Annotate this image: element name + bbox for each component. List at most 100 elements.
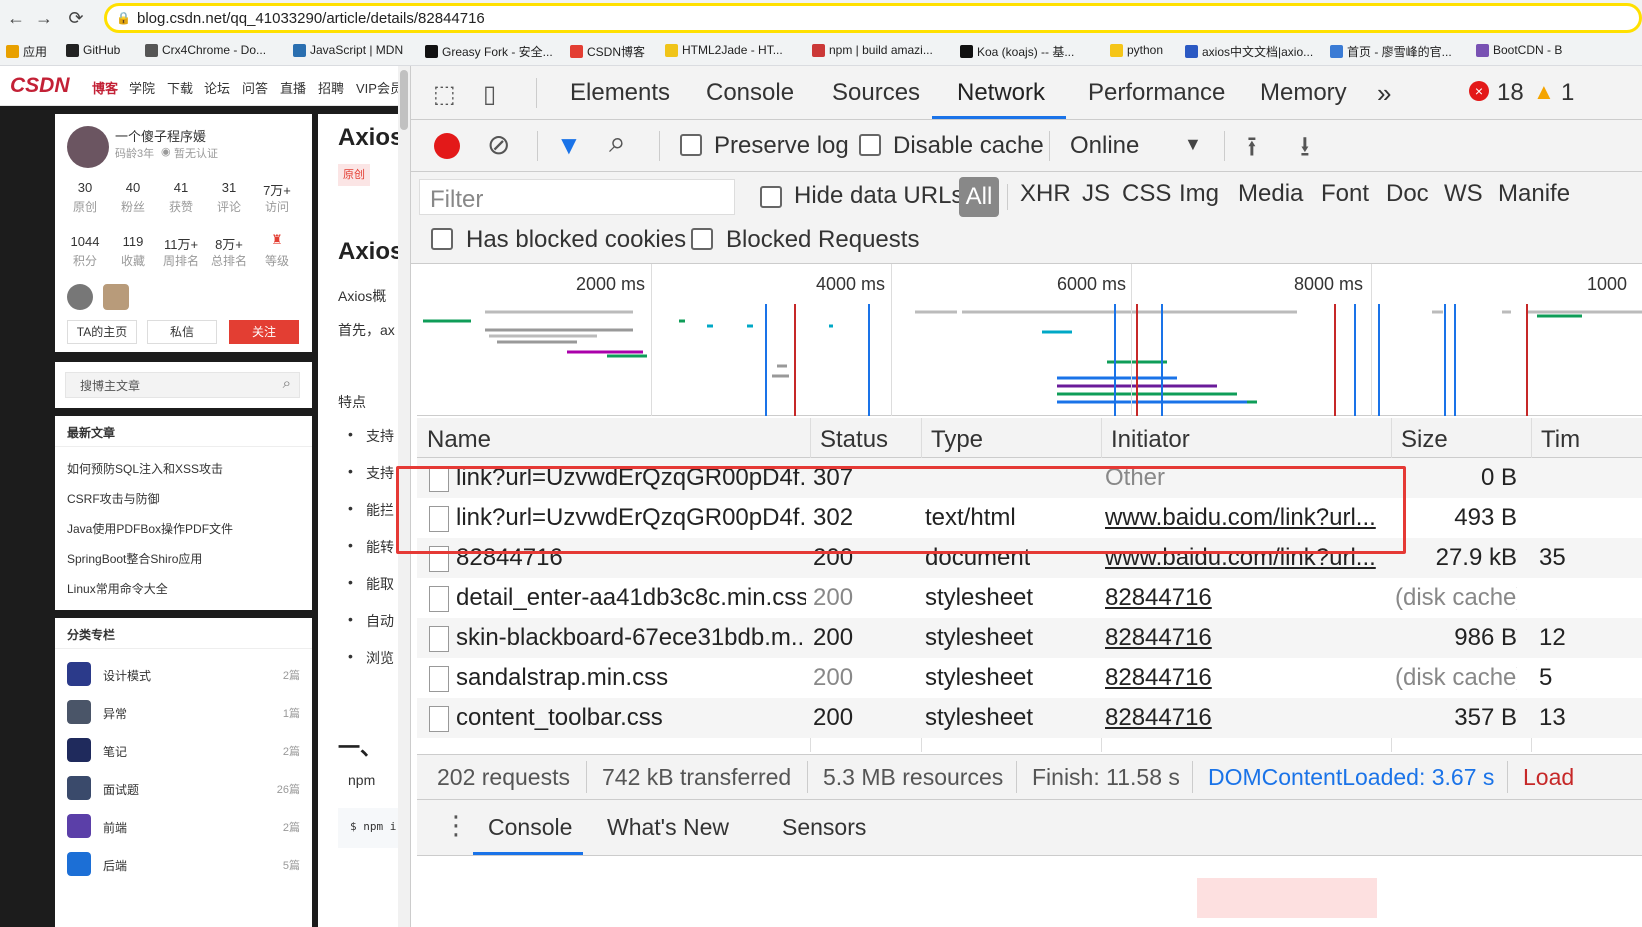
stat-value[interactable]: 1044 (63, 234, 107, 249)
inspect-icon[interactable]: ⬚ (433, 80, 456, 109)
chevron-down-icon[interactable]: ▼ (1184, 134, 1202, 155)
request-initiator[interactable]: 82844716 (1105, 584, 1385, 612)
preserve-log-label[interactable]: Preserve log (714, 132, 849, 160)
hide-data-urls-label[interactable]: Hide data URLs (794, 182, 963, 210)
follow-button[interactable]: 关注 (229, 320, 299, 344)
network-overview[interactable]: 2000 ms 4000 ms 6000 ms 8000 ms 1000 (417, 264, 1642, 416)
recent-article-link[interactable]: Java使用PDFBox操作PDF文件 (67, 520, 233, 537)
blocked-requests-label[interactable]: Blocked Requests (726, 226, 919, 254)
filter-type-img[interactable]: Img (1179, 180, 1219, 208)
recent-article-link[interactable]: 如何预防SQL注入和XSS攻击 (67, 460, 223, 477)
bookmark-item[interactable]: BootCDN - B (1476, 43, 1562, 57)
recent-article-link[interactable]: CSRF攻击与防御 (67, 490, 160, 507)
disable-cache-label[interactable]: Disable cache (893, 132, 1044, 160)
record-button[interactable] (434, 133, 460, 159)
csdn-nav-item[interactable]: 问答 (242, 78, 268, 97)
stat-value[interactable]: 11万+ (159, 234, 203, 253)
bookmark-item[interactable]: Koa (koajs) -- 基... (960, 43, 1074, 60)
search-icon[interactable]: ⌕ (609, 126, 626, 160)
tab-sources[interactable]: Sources (832, 79, 920, 107)
author-home-button[interactable]: TA的主页 (67, 320, 137, 344)
stat-value[interactable]: 30 (63, 180, 107, 195)
request-initiator[interactable]: 82844716 (1105, 624, 1385, 652)
bookmark-item[interactable]: JavaScript | MDN (293, 43, 403, 57)
table-row[interactable]: content_toolbar.css 200 stylesheet 82844716… (417, 698, 1642, 738)
bookmark-item[interactable]: HTML2Jade - HT... (665, 43, 783, 57)
bookmark-item[interactable]: CSDN博客 (570, 43, 645, 60)
blocked-cookies-checkbox[interactable] (431, 228, 453, 250)
search-icon[interactable]: ⌕ (283, 375, 291, 392)
recent-article-link[interactable]: SpringBoot整合Shiro应用 (67, 550, 202, 567)
blocked-cookies-label[interactable]: Has blocked cookies (466, 226, 686, 254)
avatar[interactable] (67, 126, 109, 168)
drawer-menu-icon[interactable]: ⋮ (443, 810, 469, 841)
column-header-initiator[interactable]: Initiator (1111, 426, 1190, 454)
filter-type-css[interactable]: CSS (1122, 180, 1171, 208)
category-item[interactable]: 笔记 2篇 (67, 738, 300, 762)
author-name[interactable]: 一个傻子程序媛 (115, 126, 206, 145)
request-name[interactable]: skin-blackboard-67ece31bdb.m... (456, 624, 806, 652)
blog-search-input[interactable]: 搜博主文章 ⌕ (65, 372, 300, 398)
drawer-tab-sensors[interactable]: Sensors (782, 814, 866, 841)
csdn-nav-item[interactable]: 论坛 (204, 78, 230, 97)
csdn-nav-item[interactable]: 招聘 (318, 78, 344, 97)
tab-memory[interactable]: Memory (1260, 79, 1347, 107)
filter-type-media[interactable]: Media (1238, 180, 1303, 208)
scroll-thumb[interactable] (400, 70, 408, 130)
tab-performance[interactable]: Performance (1088, 79, 1225, 107)
csdn-nav-item[interactable]: VIP会员 (356, 78, 403, 97)
column-header-size[interactable]: Size (1401, 426, 1448, 454)
tab-console[interactable]: Console (706, 79, 794, 107)
csdn-nav-item[interactable]: 直播 (280, 78, 306, 97)
filter-type-xhr[interactable]: XHR (1020, 180, 1071, 208)
filter-icon[interactable]: ▼ (556, 130, 582, 161)
csdn-nav-item[interactable]: 下载 (167, 78, 193, 97)
bookmark-item[interactable]: Greasy Fork - 安全... (425, 43, 553, 60)
table-row[interactable]: skin-blackboard-67ece31bdb.m... 200 styles… (417, 618, 1642, 658)
reload-icon[interactable]: ⟳ (64, 6, 88, 30)
stat-value[interactable]: 119 (111, 234, 155, 249)
category-item[interactable]: 设计模式 2篇 (67, 662, 300, 686)
export-har-icon[interactable]: ⭳ (1300, 126, 1310, 174)
request-initiator[interactable]: 82844716 (1105, 664, 1385, 692)
filter-type-ws[interactable]: WS (1444, 180, 1483, 208)
request-initiator[interactable]: 82844716 (1105, 704, 1385, 732)
stat-value[interactable]: 8万+ (207, 234, 251, 253)
more-tabs-icon[interactable]: » (1377, 78, 1391, 109)
table-row[interactable]: sandalstrap.min.css 200 stylesheet 82844716… (417, 658, 1642, 698)
tab-elements[interactable]: Elements (570, 79, 670, 107)
csdn-nav-item[interactable]: 学院 (129, 78, 155, 97)
filter-type-manife[interactable]: Manife (1498, 180, 1570, 208)
category-item[interactable]: 面试题 26篇 (67, 776, 300, 800)
drawer-tab-what-s-new[interactable]: What's New (607, 814, 729, 841)
filter-type-js[interactable]: JS (1082, 180, 1110, 208)
import-har-icon[interactable]: ⭱ (1247, 126, 1257, 174)
column-header-type[interactable]: Type (931, 426, 983, 454)
filter-type-doc[interactable]: Doc (1386, 180, 1429, 208)
warning-count[interactable]: 1 (1561, 79, 1574, 107)
table-row[interactable]: detail_enter-aa41db3c8c.min.css 200 styles… (417, 578, 1642, 618)
request-name[interactable]: content_toolbar.css (456, 704, 806, 732)
filter-type-font[interactable]: Font (1321, 180, 1369, 208)
filter-input[interactable]: Filter (419, 179, 735, 215)
filter-all-button[interactable]: All (959, 177, 999, 217)
throttle-select[interactable]: Online (1070, 132, 1139, 160)
category-item[interactable]: 前端 2篇 (67, 814, 300, 838)
bookmark-item[interactable]: 首页 - 廖雪峰的官... (1330, 43, 1452, 60)
badge-box-icon[interactable] (103, 284, 129, 310)
stat-value[interactable]: 41 (159, 180, 203, 195)
address-bar[interactable]: 🔒 blog.csdn.net/qq_41033290/article/deta… (104, 3, 1642, 33)
recent-article-link[interactable]: Linux常用命令大全 (67, 580, 168, 597)
stat-value[interactable]: 31 (207, 180, 251, 195)
request-name[interactable]: sandalstrap.min.css (456, 664, 806, 692)
request-name[interactable]: detail_enter-aa41db3c8c.min.css (456, 584, 806, 612)
warning-icon[interactable]: ▲ (1533, 79, 1555, 105)
error-count[interactable]: 18 (1497, 79, 1524, 107)
bookmark-item[interactable]: python (1110, 43, 1163, 57)
badge-icon[interactable] (67, 284, 93, 310)
tab-network[interactable]: Network (957, 79, 1045, 107)
csdn-nav-item[interactable]: 博客 (92, 78, 118, 97)
column-header-status[interactable]: Status (820, 426, 888, 454)
bookmark-item[interactable]: 应用 (6, 43, 47, 60)
error-icon[interactable]: × (1469, 81, 1489, 101)
